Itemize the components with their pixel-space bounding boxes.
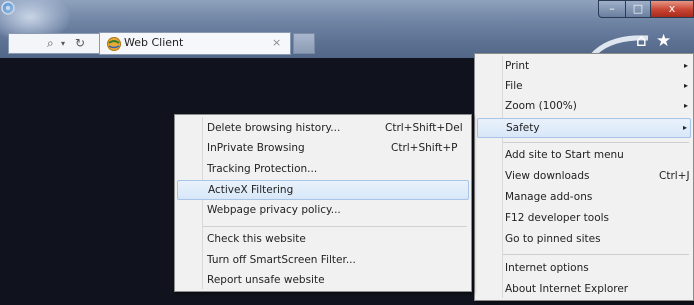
menu-item-label: F12 developer tools bbox=[505, 212, 610, 224]
menu-item-label: File bbox=[505, 80, 523, 92]
menu-item-label: Check this website bbox=[207, 233, 306, 245]
tab-title: Web Client bbox=[124, 36, 184, 49]
home-icon[interactable]: ⌂ bbox=[636, 31, 647, 51]
submenu-arrow-icon: ▸ bbox=[682, 123, 687, 132]
menu-separator bbox=[503, 142, 689, 143]
menu-item-shortcut: Ctrl+Shift+Del bbox=[385, 122, 463, 134]
menu-item-shortcut: Ctrl+Shift+P bbox=[391, 142, 458, 154]
refresh-icon[interactable]: ↻ bbox=[75, 35, 85, 52]
menu-item-label: Tracking Protection... bbox=[207, 163, 318, 175]
minimize-button[interactable]: – bbox=[598, 0, 626, 18]
menu-item-label: Internet options bbox=[505, 262, 589, 274]
menu-item-label: Webpage privacy policy... bbox=[207, 204, 341, 216]
maximize-button[interactable]: □ bbox=[625, 0, 651, 18]
menu-item-label: Safety bbox=[506, 122, 540, 134]
safety-submenu: Delete browsing history... Ctrl+Shift+De… bbox=[174, 114, 472, 292]
menu-item-webpage-privacy-policy[interactable]: Webpage privacy policy... bbox=[177, 201, 469, 221]
menu-item-print[interactable]: Print ▸ bbox=[477, 57, 691, 77]
menu-item-f12-developer-tools[interactable]: F12 developer tools bbox=[477, 209, 691, 229]
close-button[interactable]: x bbox=[650, 0, 694, 18]
menu-item-zoom[interactable]: Zoom (100%) ▸ bbox=[477, 97, 691, 117]
search-icon[interactable]: ⌕ bbox=[47, 35, 54, 52]
menu-item-label: Delete browsing history... bbox=[207, 122, 341, 134]
chevron-down-icon[interactable]: ▾ bbox=[61, 35, 65, 52]
menu-item-label: Go to pinned sites bbox=[505, 233, 601, 245]
menu-item-shortcut: Ctrl+J bbox=[659, 170, 690, 182]
menu-item-report-unsafe-website[interactable]: Report unsafe website bbox=[177, 271, 469, 291]
menu-item-add-site-to-start-menu[interactable]: Add site to Start menu bbox=[477, 146, 691, 166]
close-tab-icon[interactable]: × bbox=[272, 36, 281, 49]
submenu-arrow-icon: ▸ bbox=[683, 61, 688, 70]
new-tab-button[interactable] bbox=[293, 33, 315, 54]
menu-separator bbox=[503, 254, 689, 255]
menu-item-label: Report unsafe website bbox=[207, 274, 325, 286]
menu-separator bbox=[203, 226, 467, 227]
menu-item-inprivate-browsing[interactable]: InPrivate Browsing Ctrl+Shift+P bbox=[177, 139, 469, 159]
menu-item-turn-off-smartscreen-filter[interactable]: Turn off SmartScreen Filter... bbox=[177, 251, 469, 271]
tab-web-client[interactable]: Web Client × bbox=[99, 32, 291, 55]
menu-item-internet-options[interactable]: Internet options bbox=[477, 259, 691, 279]
menu-item-label: View downloads bbox=[505, 170, 590, 182]
menu-item-manage-add-ons[interactable]: Manage add-ons bbox=[477, 188, 691, 208]
menu-item-label: Manage add-ons bbox=[505, 191, 593, 203]
menu-item-label: Print bbox=[505, 60, 530, 72]
menu-item-about-internet-explorer[interactable]: About Internet Explorer bbox=[477, 280, 691, 300]
favorites-star-icon[interactable]: ★ bbox=[656, 31, 671, 51]
menu-item-file[interactable]: File ▸ bbox=[477, 77, 691, 97]
menu-item-label: Turn off SmartScreen Filter... bbox=[207, 254, 356, 266]
menu-item-safety[interactable]: Safety ▸ bbox=[477, 118, 691, 138]
menu-item-label: Add site to Start menu bbox=[505, 149, 624, 161]
menu-item-label: About Internet Explorer bbox=[505, 283, 629, 295]
menu-item-tracking-protection[interactable]: Tracking Protection... bbox=[177, 160, 469, 180]
menu-item-go-to-pinned-sites[interactable]: Go to pinned sites bbox=[477, 230, 691, 250]
submenu-arrow-icon: ▸ bbox=[683, 101, 688, 110]
submenu-arrow-icon: ▸ bbox=[683, 81, 688, 90]
menu-item-activex-filtering[interactable]: ActiveX Filtering bbox=[177, 180, 469, 200]
web-client-favicon-icon bbox=[107, 37, 121, 51]
tools-menu: Print ▸ File ▸ Zoom (100%) ▸ Safety ▸ Ad… bbox=[474, 53, 694, 301]
menu-item-label: Zoom (100%) bbox=[505, 100, 577, 112]
menu-item-delete-browsing-history[interactable]: Delete browsing history... Ctrl+Shift+De… bbox=[177, 119, 469, 139]
menu-item-label: ActiveX Filtering bbox=[208, 184, 294, 196]
menu-item-check-this-website[interactable]: Check this website bbox=[177, 230, 469, 250]
menu-item-label: InPrivate Browsing bbox=[207, 142, 305, 154]
menu-item-view-downloads[interactable]: View downloads Ctrl+J bbox=[477, 167, 691, 187]
address-bar[interactable]: ⌕ ▾ ↻ bbox=[8, 33, 100, 54]
title-bar: – □ x ⌕ ▾ ↻ Web Client × ⌂ ★ bbox=[0, 0, 694, 60]
